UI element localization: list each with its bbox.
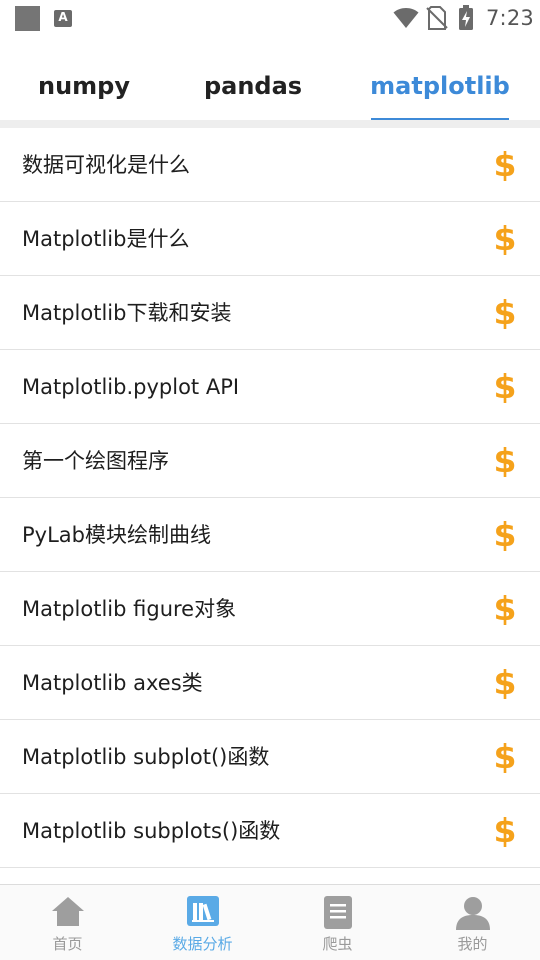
status-time: 7:23 xyxy=(486,6,534,30)
list-item[interactable]: 第一个绘图程序 $ xyxy=(0,424,540,498)
svg-text:$: $ xyxy=(494,518,517,552)
app-notification-icon: A xyxy=(54,10,72,27)
nav-profile-label: 我的 xyxy=(457,935,488,953)
lesson-list: 数据可视化是什么 $ Matplotlib是什么 $ Matplotlib下载和… xyxy=(0,128,540,868)
tab-divider xyxy=(0,120,540,128)
list-item-label: Matplotlib figure对象 xyxy=(22,597,237,621)
status-bar: A 7:23 xyxy=(0,0,540,36)
list-item[interactable]: Matplotlib下载和安装 $ xyxy=(0,276,540,350)
nav-crawler-label: 爬虫 xyxy=(322,935,353,953)
dollar-coin-icon: $ xyxy=(494,814,517,848)
tab-numpy[interactable]: numpy xyxy=(0,52,168,120)
app-screen: A 7:23 numpy pandas matplotlib 数据可视化是什么 … xyxy=(0,0,540,960)
nav-data-analysis-label: 数据分析 xyxy=(172,935,233,953)
dollar-coin-icon: $ xyxy=(494,444,517,478)
list-item-label: Matplotlib subplots()函数 xyxy=(22,819,281,843)
wifi-icon xyxy=(393,8,419,28)
tab-matplotlib[interactable]: matplotlib xyxy=(370,52,510,120)
home-icon xyxy=(51,897,84,926)
list-item-label: Matplotlib下载和安装 xyxy=(22,301,232,325)
app-notification-letter: A xyxy=(58,10,68,24)
dollar-coin-icon: $ xyxy=(494,370,517,404)
list-item[interactable]: 数据可视化是什么 $ xyxy=(0,128,540,202)
dollar-coin-icon: $ xyxy=(494,592,517,626)
document-icon xyxy=(323,896,352,929)
list-item-label: Matplotlib是什么 xyxy=(22,227,190,251)
dollar-coin-icon: $ xyxy=(494,222,517,256)
list-item[interactable]: Matplotlib axes类 $ xyxy=(0,646,540,720)
svg-text:$: $ xyxy=(494,444,517,478)
nav-profile[interactable]: 我的 xyxy=(405,885,540,960)
list-item-label: Matplotlib.pyplot API xyxy=(22,375,240,399)
nav-home-label: 首页 xyxy=(52,935,83,953)
list-item-label: PyLab模块绘制曲线 xyxy=(22,523,211,547)
person-icon xyxy=(455,897,490,930)
no-sim-icon xyxy=(426,6,448,30)
list-item-label: 数据可视化是什么 xyxy=(22,153,190,177)
list-item[interactable]: Matplotlib figure对象 $ xyxy=(0,572,540,646)
list-item-label: 第一个绘图程序 xyxy=(22,449,169,473)
list-item-label: Matplotlib axes类 xyxy=(22,671,203,695)
nav-home[interactable]: 首页 xyxy=(0,885,135,960)
bottom-nav: 首页 数据分析 爬虫 我的 xyxy=(0,884,540,960)
list-item[interactable]: Matplotlib subplot()函数 $ xyxy=(0,720,540,794)
svg-text:$: $ xyxy=(494,592,517,626)
svg-text:$: $ xyxy=(494,148,517,182)
svg-text:$: $ xyxy=(494,296,517,330)
list-item[interactable]: PyLab模块绘制曲线 $ xyxy=(0,498,540,572)
dollar-coin-icon: $ xyxy=(494,740,517,774)
battery-charging-icon xyxy=(459,5,473,30)
dollar-coin-icon: $ xyxy=(494,296,517,330)
square-icon xyxy=(15,6,40,31)
list-item-label: Matplotlib subplot()函数 xyxy=(22,745,270,769)
svg-text:$: $ xyxy=(494,666,517,700)
category-tabs: numpy pandas matplotlib xyxy=(0,52,540,122)
svg-text:$: $ xyxy=(494,370,517,404)
list-item[interactable]: Matplotlib.pyplot API $ xyxy=(0,350,540,424)
tab-pandas[interactable]: pandas xyxy=(168,52,338,120)
books-icon xyxy=(186,896,219,926)
dollar-coin-icon: $ xyxy=(494,666,517,700)
svg-text:$: $ xyxy=(494,222,517,256)
nav-crawler[interactable]: 爬虫 xyxy=(270,885,405,960)
list-item[interactable]: Matplotlib是什么 $ xyxy=(0,202,540,276)
dollar-coin-icon: $ xyxy=(494,518,517,552)
dollar-coin-icon: $ xyxy=(494,148,517,182)
list-item[interactable]: Matplotlib subplots()函数 $ xyxy=(0,794,540,868)
nav-data-analysis[interactable]: 数据分析 xyxy=(135,885,270,960)
svg-text:$: $ xyxy=(494,814,517,848)
svg-text:$: $ xyxy=(494,740,517,774)
